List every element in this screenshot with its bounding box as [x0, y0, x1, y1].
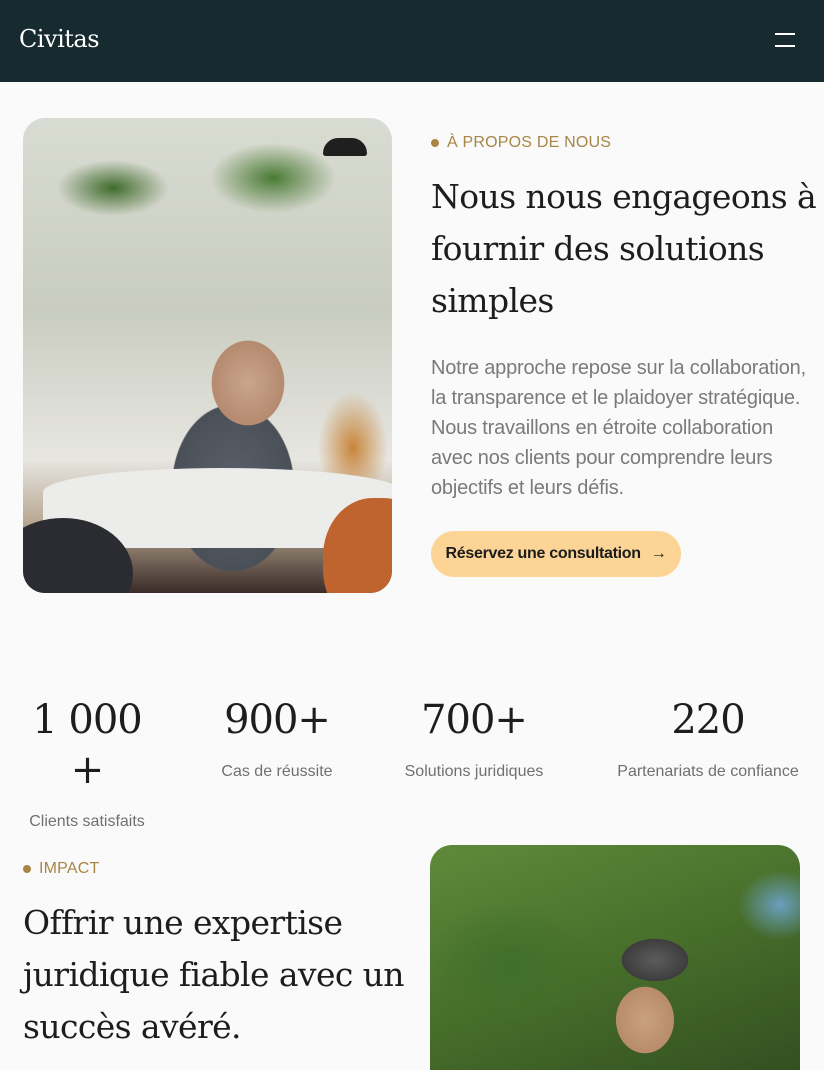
stat-value: 220: [671, 697, 745, 743]
lawyer-portrait-photo: [430, 845, 800, 1070]
book-consultation-button[interactable]: Réservez une consultation →: [431, 531, 681, 577]
stat-label: Partenariats de confiance: [617, 763, 799, 780]
top-navbar: Civitas: [0, 0, 824, 82]
stat-value: 900+: [224, 697, 331, 743]
dot-icon: [431, 139, 439, 147]
stat-clients: 1 000 + Clients satisfaits: [23, 695, 151, 831]
stat-value: 700+: [421, 697, 528, 743]
stat-label: Clients satisfaits: [29, 813, 145, 830]
stat-label: Cas de réussite: [221, 763, 333, 780]
about-description: Notre approche repose sur la collaborati…: [431, 357, 806, 499]
impact-eyebrow: IMPACT: [23, 860, 99, 878]
dot-icon: [23, 865, 31, 873]
cta-label: Réservez une consultation: [445, 545, 642, 562]
stat-cases: 900+ Cas de réussite: [213, 695, 341, 781]
impact-eyebrow-label: IMPACT: [39, 860, 100, 877]
stat-partnerships: 220 Partenariats de confiance: [612, 695, 804, 781]
about-eyebrow-label: À PROPOS DE NOUS: [447, 134, 612, 151]
team-meeting-photo: [23, 118, 392, 593]
menu-icon[interactable]: [770, 28, 800, 52]
logo[interactable]: Civitas: [19, 25, 100, 53]
impact-heading: Offrir une expertise juridique fiable av…: [23, 903, 405, 1046]
about-heading: Nous nous engageons à fournir des soluti…: [431, 177, 817, 320]
stat-solutions: 700+ Solutions juridiques: [403, 695, 545, 781]
stat-label: Solutions juridiques: [404, 763, 544, 780]
about-eyebrow: À PROPOS DE NOUS: [431, 134, 611, 152]
stat-value: 1 000 +: [32, 697, 143, 793]
arrow-right-icon: →: [650, 545, 667, 562]
